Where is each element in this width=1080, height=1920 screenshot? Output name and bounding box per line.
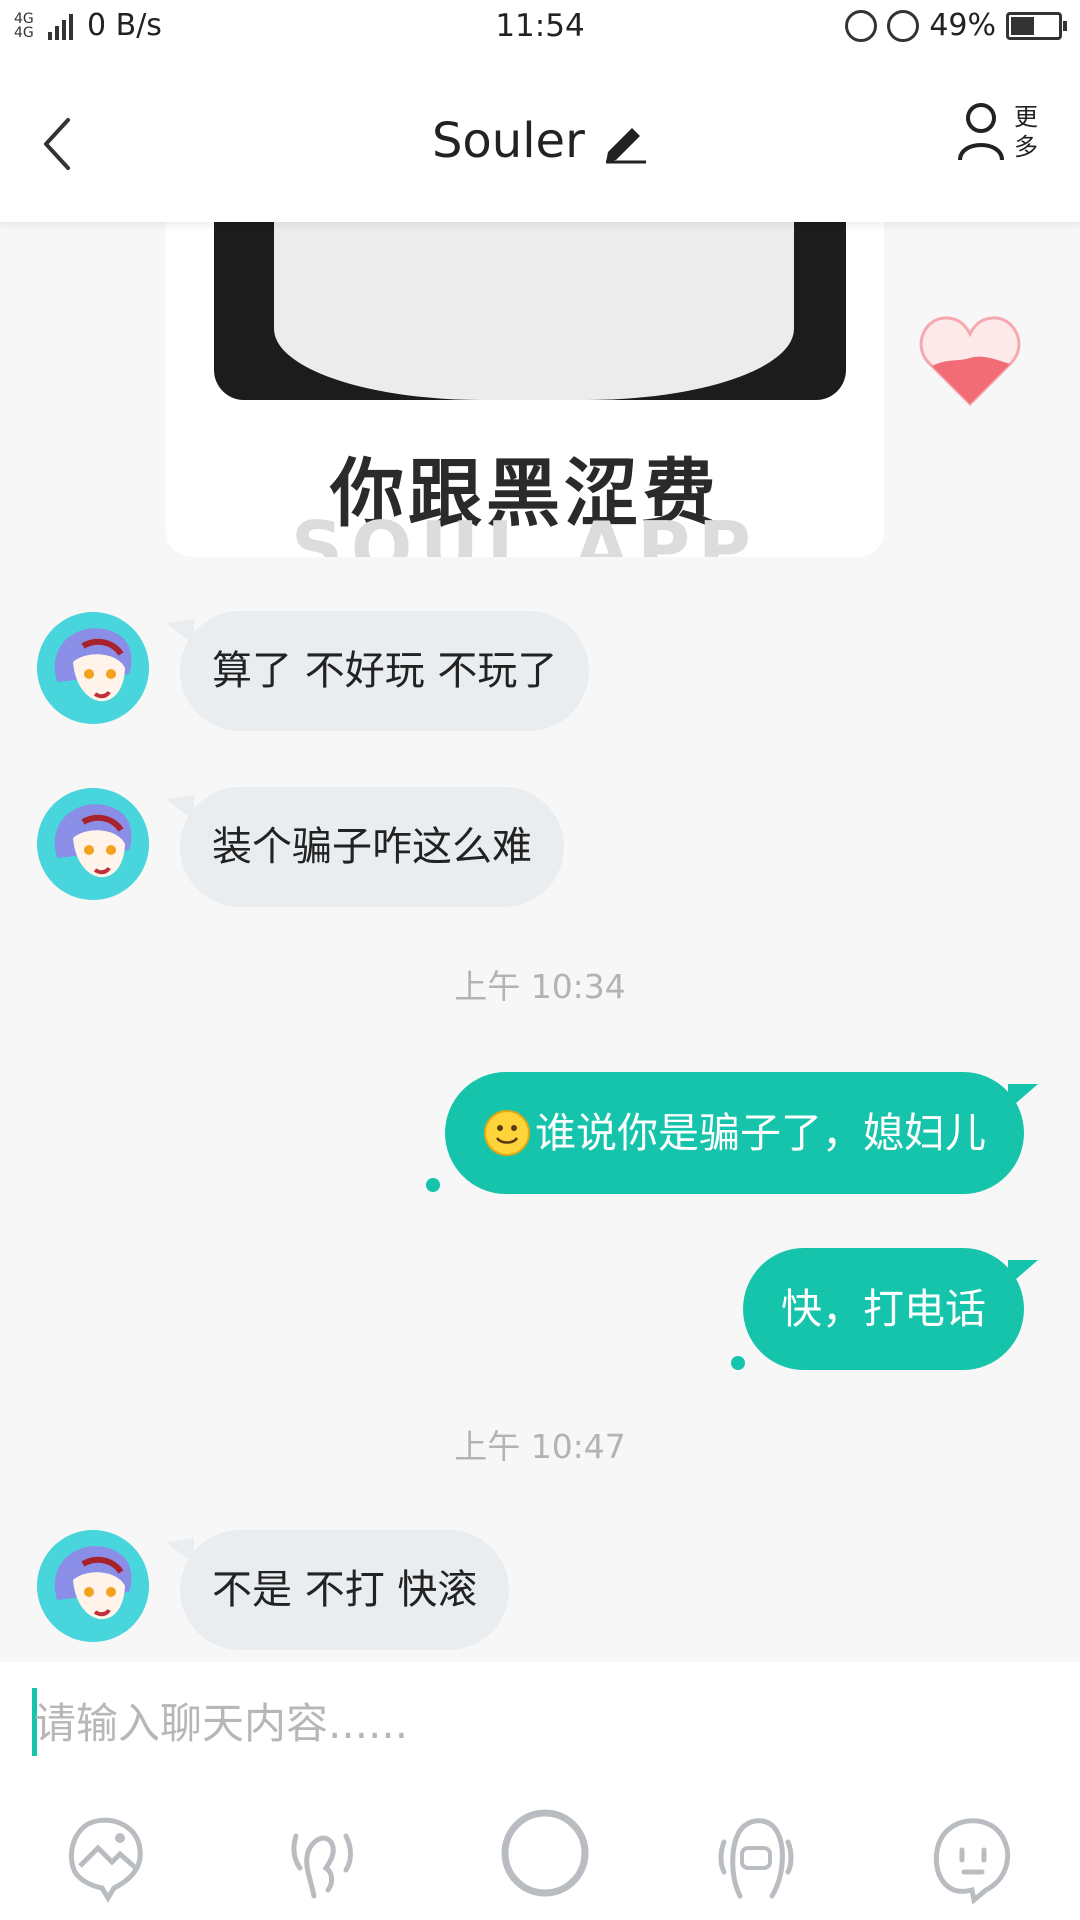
anime-avatar-icon <box>37 1530 149 1642</box>
battery-percent: 49% <box>929 8 996 43</box>
status-dot <box>731 1356 745 1370</box>
image-message[interactable]: 你跟黑涩费 SOUL APP <box>166 222 884 557</box>
alarm-icon <box>887 9 920 42</box>
message-bubble-sent[interactable]: 谁说你是骗子了，媳妇儿 <box>445 1072 1038 1194</box>
image-icon[interactable] <box>58 1806 158 1906</box>
status-dot <box>426 1178 440 1192</box>
contact-avatar[interactable] <box>37 788 149 900</box>
status-bar: 4G 4G 0 B/s 11:54 49% <box>0 0 1080 62</box>
composer-toolbar <box>0 1802 1080 1912</box>
more-label: 更多 <box>1014 103 1038 161</box>
rotation-lock-icon <box>845 9 878 42</box>
composer: 请输入聊天内容...... <box>0 1662 1080 1920</box>
meme-image <box>214 222 846 400</box>
message-bubble-received[interactable]: 算了 不好玩 不玩了 <box>180 611 590 731</box>
message-bubble-received[interactable]: 不是 不打 快滚 <box>180 1530 510 1650</box>
anime-avatar-icon <box>37 612 149 724</box>
chat-title: Souler <box>431 113 585 169</box>
message-text: 谁说你是骗子了，媳妇儿 <box>535 1109 986 1157</box>
more-button[interactable]: 更多 <box>956 100 1042 164</box>
message-bubble-received[interactable]: 装个骗子咋这么难 <box>180 787 564 907</box>
heart-icon[interactable] <box>918 312 1022 408</box>
status-right: 49% <box>845 8 1067 43</box>
user-icon <box>958 103 1004 161</box>
emoji-icon[interactable] <box>922 1806 1022 1906</box>
battery-icon <box>1006 11 1067 40</box>
chat-header: Souler 更多 <box>0 62 1080 222</box>
chat-title-area[interactable]: Souler <box>0 110 1080 169</box>
call-icon[interactable] <box>706 1806 806 1906</box>
message-timestamp: 上午 10:47 <box>454 1427 626 1466</box>
voice-gesture-icon[interactable] <box>274 1806 374 1906</box>
message-timestamp: 上午 10:34 <box>454 967 626 1006</box>
edit-icon[interactable] <box>602 118 648 164</box>
anime-avatar-icon <box>37 788 149 900</box>
watermark: SOUL APP <box>291 506 759 557</box>
contact-avatar[interactable] <box>37 1530 149 1642</box>
chat-input[interactable]: 请输入聊天内容...... <box>34 1694 1034 1754</box>
record-circle-icon[interactable] <box>490 1798 600 1908</box>
smile-emoji-icon <box>484 1110 530 1156</box>
contact-avatar[interactable] <box>37 612 149 724</box>
message-bubble-sent[interactable]: 快，打电话 <box>743 1248 1038 1370</box>
